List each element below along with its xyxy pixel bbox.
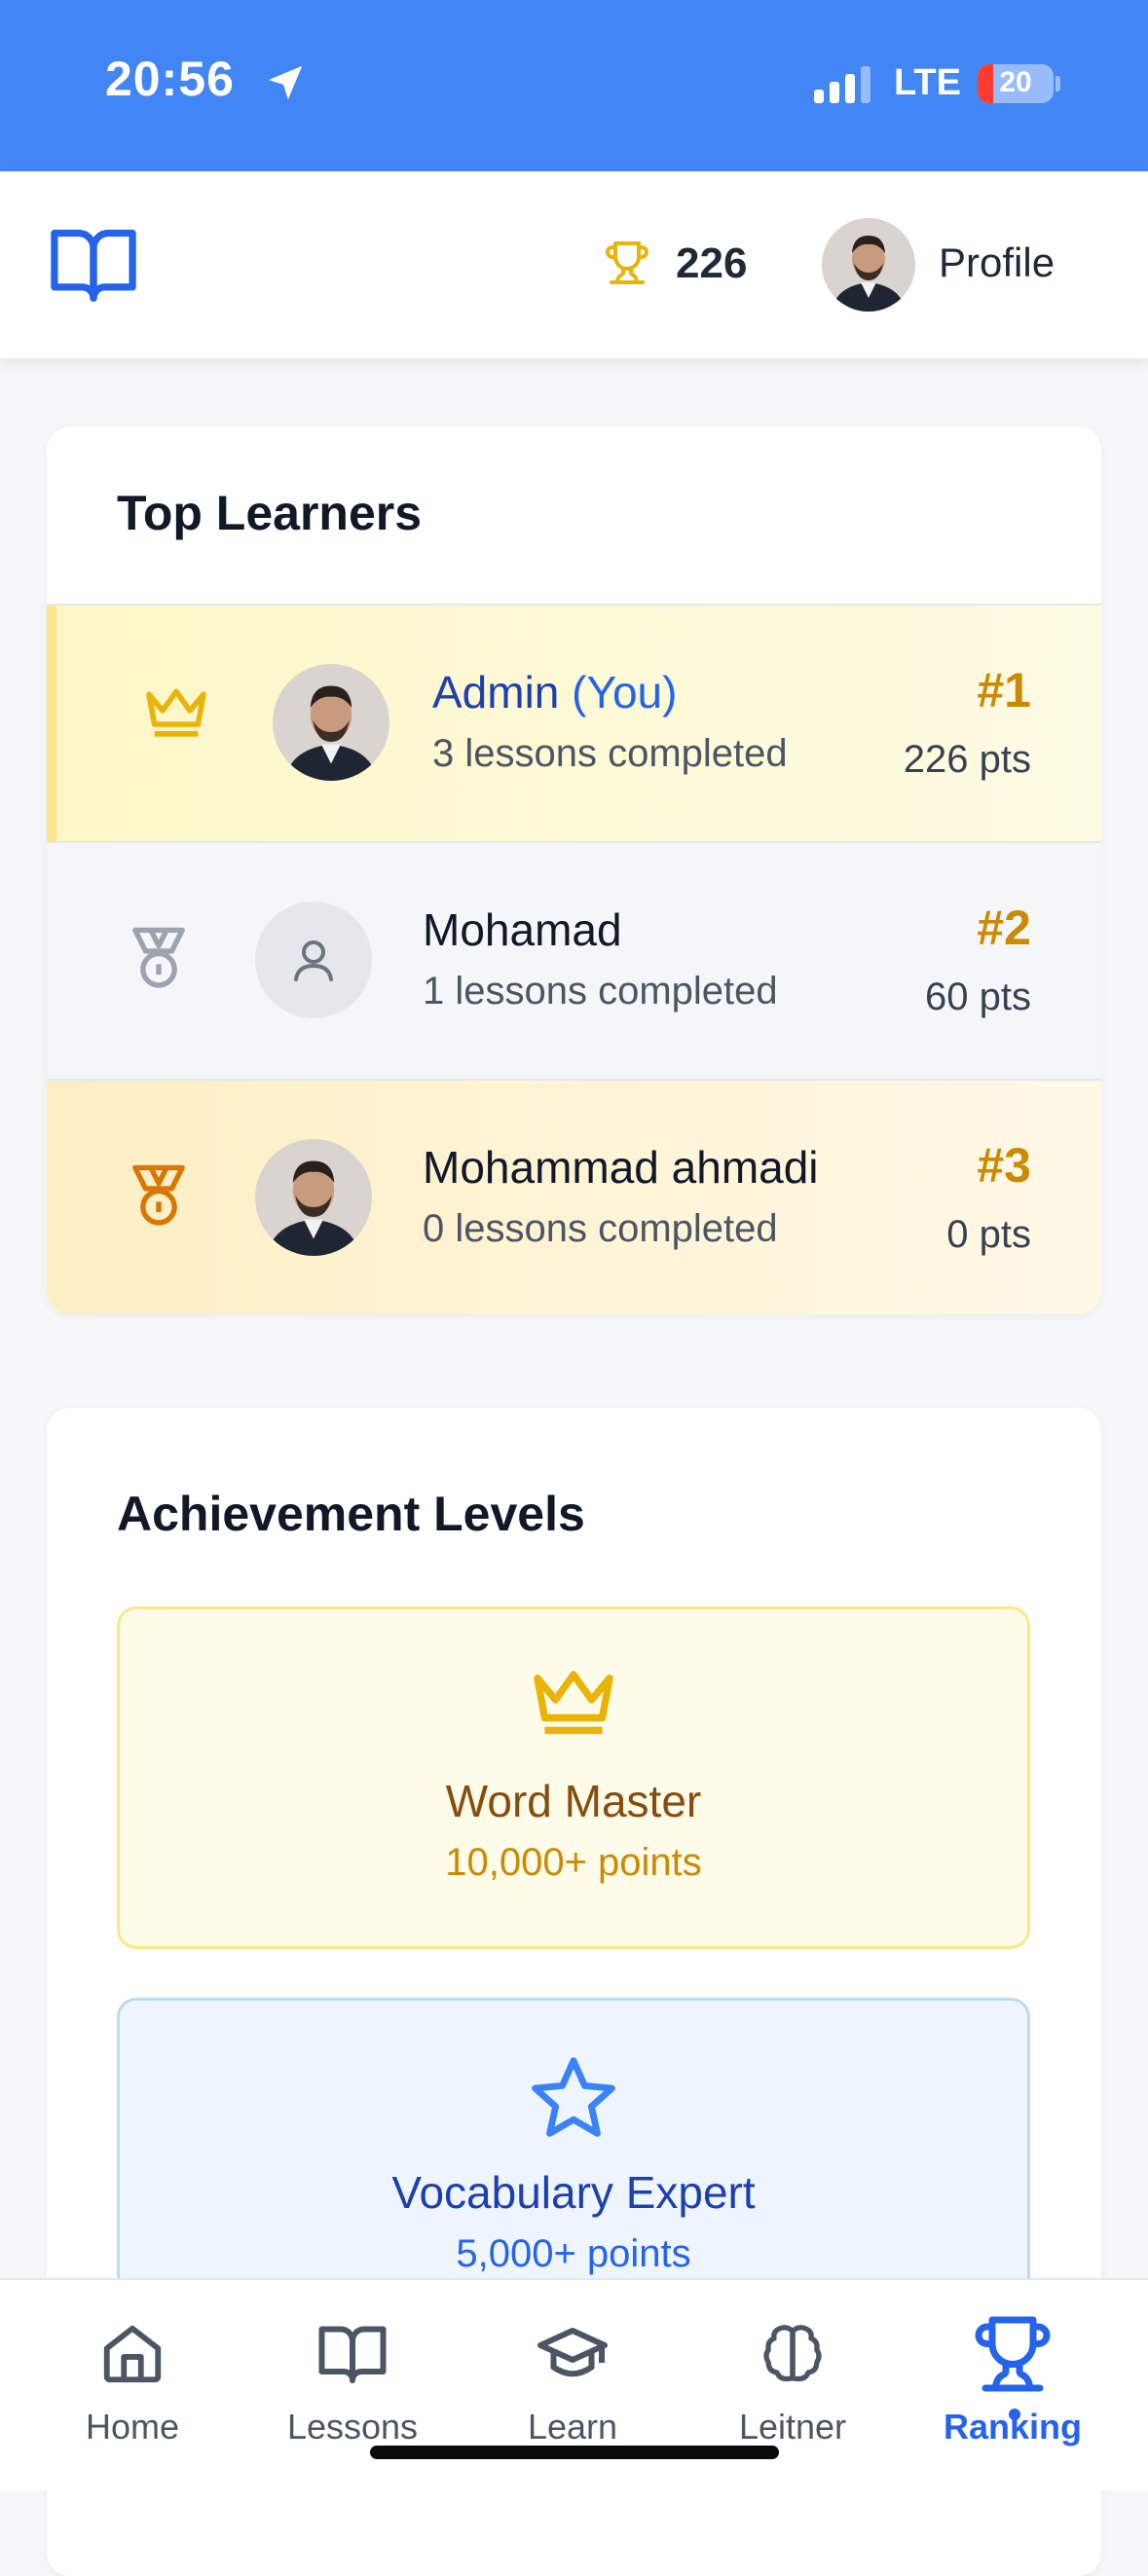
level-points: 10,000+ points [445,1841,702,1884]
trophy-icon [606,241,648,284]
points-count: 226 [676,239,748,287]
profile-link[interactable]: Profile [939,239,1055,286]
star-icon [532,2057,615,2137]
nav-label: Learn [527,2407,618,2447]
avatar-placeholder [255,902,372,1018]
network-label: LTE [894,62,961,103]
you-tag: (You) [572,667,678,718]
battery-icon: 20 [978,64,1054,103]
status-bar: 20:56 LTE 20 [0,0,1148,171]
home-icon [103,2325,162,2383]
avatar [273,664,389,781]
trophy-icon [975,2316,1051,2392]
nav-home[interactable]: Home [35,2315,230,2447]
learner-name: Mohamad [423,904,622,955]
leaderboard-row[interactable]: Mohamad 1 lessons completed #2 60 pts [47,843,1101,1079]
level-word-master: Word Master 10,000+ points [117,1606,1030,1949]
top-learners-title: Top Learners [117,486,423,540]
rank-number: #3 [977,1138,1031,1193]
graduation-cap-icon [537,2328,608,2377]
nav-lessons[interactable]: Lessons [255,2315,450,2447]
achievement-levels-title: Achievement Levels [117,1487,585,1541]
cellular-signal-icon [814,66,870,103]
rank-number: #1 [977,663,1031,718]
book-logo-icon[interactable] [49,224,138,306]
home-indicator [370,2446,779,2459]
nav-learn[interactable]: Learn [475,2315,670,2447]
nav-ranking[interactable]: Ranking [915,2315,1110,2447]
book-icon [318,2326,387,2383]
active-indicator [1009,2409,1020,2420]
lessons-completed: 1 lessons completed [423,970,778,1012]
nav-label: Lessons [286,2407,419,2447]
bronze-medal-icon [132,1164,185,1226]
lessons-completed: 0 lessons completed [423,1207,778,1250]
crown-icon [534,1671,613,1735]
nav-label: Home [85,2407,180,2447]
location-arrow-icon [268,65,303,100]
profile-avatar[interactable] [822,218,915,312]
silver-medal-icon [132,927,185,988]
battery-level: 20 [999,66,1032,98]
learner-points: 0 pts [946,1213,1031,1256]
nav-label: Leitner [738,2407,847,2447]
avatar [255,1139,372,1256]
learner-points: 60 pts [925,975,1031,1018]
level-points: 5,000+ points [456,2232,691,2275]
leaderboard-row[interactable]: Admin (You) 3 lessons completed #1 226 p… [47,606,1101,841]
level-title: Vocabulary Expert [391,2167,756,2218]
rank-number: #2 [977,901,1031,955]
learner-name: Admin (You) [432,666,677,718]
level-title: Word Master [445,1776,702,1826]
learner-points: 226 pts [903,738,1031,781]
top-learners-card: Top Learners Admin (You) 3 lessons compl… [47,426,1101,1314]
leaderboard-row[interactable]: Mohammad ahmadi 0 lessons completed #3 0… [47,1081,1101,1314]
learner-name: Mohammad ahmadi [423,1142,819,1193]
crown-icon [146,688,206,737]
learner-name-text: Admin [432,667,560,718]
lessons-completed: 3 lessons completed [432,732,788,775]
app-header: 226 Profile [0,171,1148,358]
status-time: 20:56 [105,52,235,106]
brain-icon [763,2325,822,2382]
nav-leitner[interactable]: Leitner [695,2315,890,2447]
